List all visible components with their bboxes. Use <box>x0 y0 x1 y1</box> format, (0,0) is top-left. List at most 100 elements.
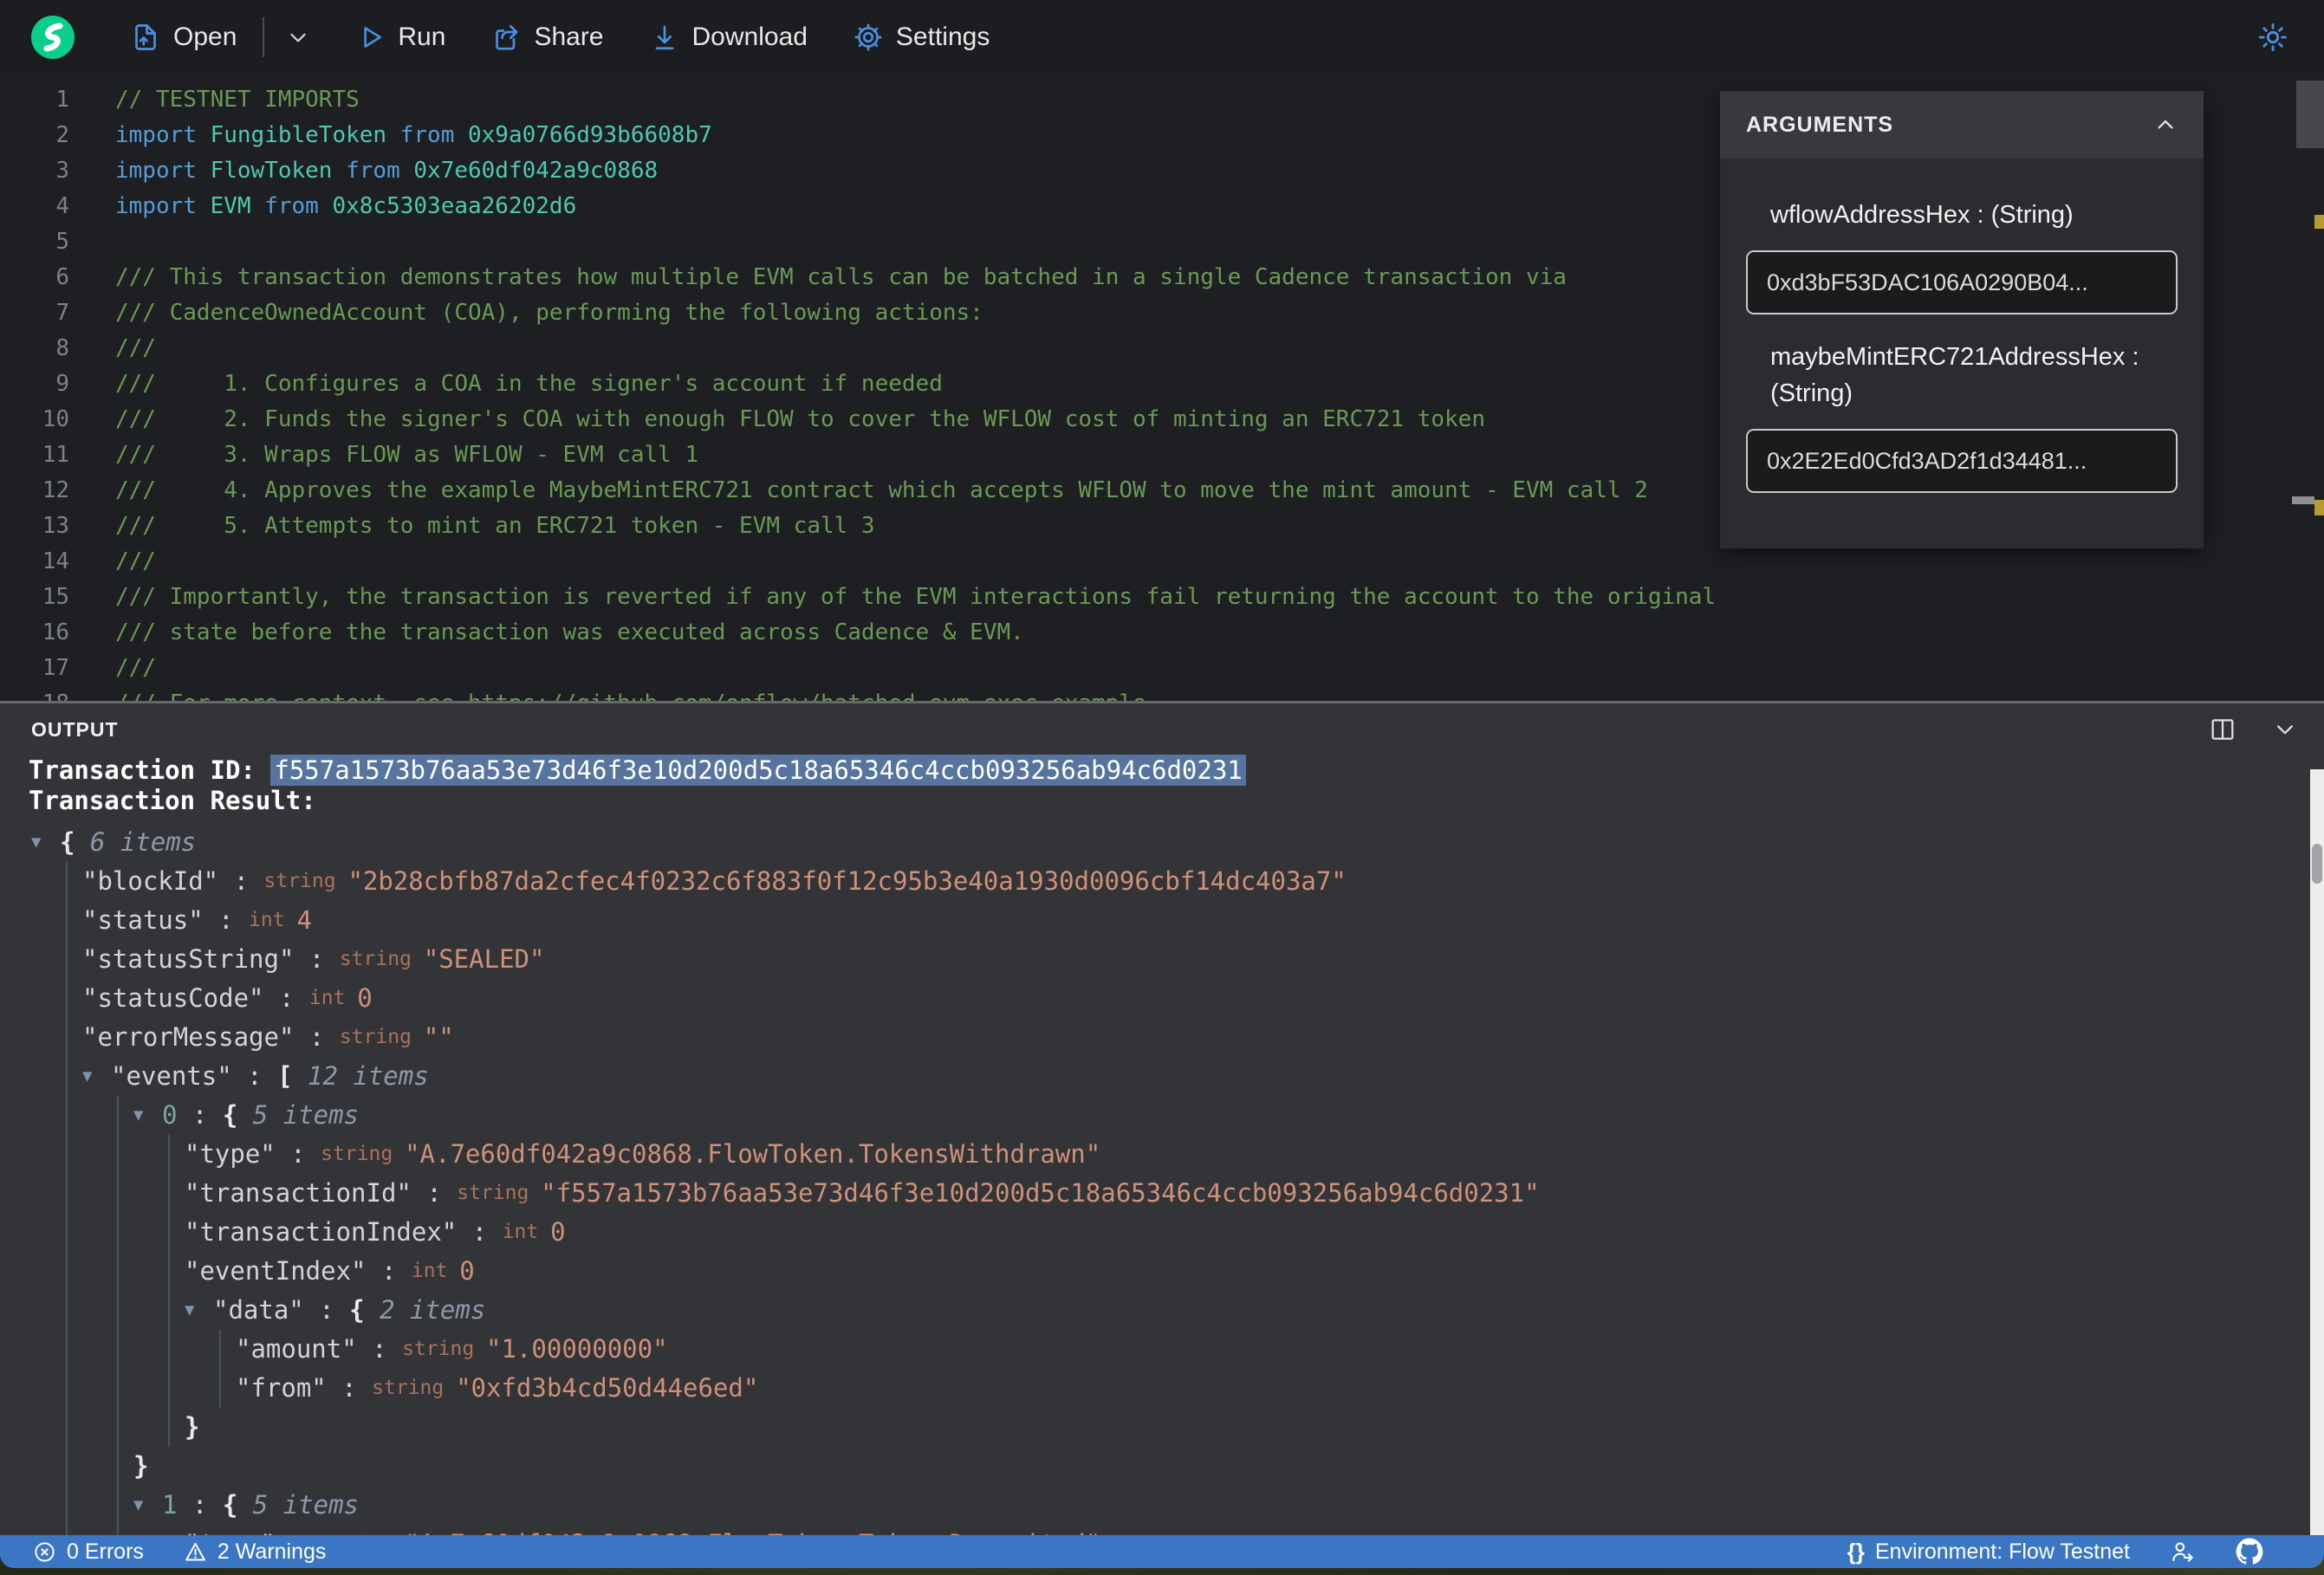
github-icon[interactable] <box>2236 1538 2263 1565</box>
line-content: /// state before the transaction was exe… <box>69 619 1024 645</box>
warnings-label: 2 Warnings <box>217 1539 327 1564</box>
code-segment-kw: import <box>115 122 211 148</box>
code-segment-pn: : <box>294 1022 340 1052</box>
json-tree-row: ▼ 0 : { 5 items <box>0 1096 2324 1135</box>
indent-guide <box>168 1135 170 1447</box>
toolbar: Open Run Share Download Settings <box>0 0 2324 74</box>
download-button[interactable]: Download <box>649 22 808 53</box>
settings-button[interactable]: Settings <box>853 22 990 53</box>
code-segment-str: "f557a1573b76aa53e73d46f3e10d200d5c18a65… <box>541 1178 1540 1208</box>
code-segment-tt: string <box>402 1338 487 1360</box>
output-scrollbar-thumb[interactable] <box>2312 844 2322 884</box>
expander-triangle-icon[interactable]: ▼ <box>185 1291 213 1330</box>
indent-guide <box>219 1330 221 1408</box>
code-segment-comment: /// 5. Attempts to mint an ERC721 token … <box>115 513 875 539</box>
line-number: 14 <box>42 548 69 574</box>
code-segment-str: "2b28cbfb87da2cfec4f0232c6f883f0f12c95b3… <box>347 866 1347 896</box>
argument-input-maybemint[interactable]: 0x2E2Ed0Cfd3AD2f1d34481... <box>1746 429 2178 493</box>
line-content: import EVM from 0x8c5303eaa26202d6 <box>69 193 576 219</box>
share-button[interactable]: Share <box>490 22 604 53</box>
code-segment-comment: /// <box>115 335 156 361</box>
code-segment-addr: 0x9a0766d93b6608b7 <box>468 122 712 148</box>
feedback-person-icon[interactable] <box>2170 1539 2196 1565</box>
transaction-id-label: Transaction ID: <box>29 755 271 785</box>
transaction-id-value[interactable]: f557a1573b76aa53e73d46f3e10d200d5c18a653… <box>270 755 1246 786</box>
code-segment-idx: 1 <box>162 1490 178 1520</box>
code-segment-tt: string <box>339 1026 424 1048</box>
code-segment-type: FlowToken <box>210 158 333 184</box>
gear-icon <box>853 22 884 53</box>
run-button[interactable]: Run <box>356 23 445 52</box>
code-line: 14 /// <box>0 544 2324 580</box>
code-segment-comment: /// <box>115 655 156 681</box>
errors-status[interactable]: 0 Errors <box>33 1539 144 1565</box>
line-content: /// This transaction demonstrates how mu… <box>69 264 1567 290</box>
split-view-icon[interactable] <box>2208 715 2237 744</box>
code-segment-key: "events" <box>111 1061 232 1091</box>
code-segment-meta: 5 items <box>237 1490 360 1520</box>
chevron-up-icon[interactable] <box>2152 111 2179 139</box>
run-label: Run <box>398 22 446 51</box>
json-tree-row: "type" : string "A.7e60df042a9c0868.Flow… <box>0 1525 2324 1535</box>
line-content: /// 4. Approves the example MaybeMintERC… <box>69 477 1648 503</box>
code-segment-meta: 5 items <box>237 1100 360 1130</box>
overview-ruler-marker <box>2292 496 2314 504</box>
desktop-wallpaper: Open Run Share Download Settings 1 // TE… <box>0 0 2324 1575</box>
editor-scrollbar-thumb[interactable] <box>2296 81 2324 148</box>
code-segment-comment: /// <box>115 548 156 574</box>
expander-triangle-icon[interactable]: ▼ <box>82 1057 111 1096</box>
code-segment-pn: : <box>177 1100 223 1130</box>
error-circle-icon <box>33 1540 56 1564</box>
code-segment-key: "transactionId" <box>185 1178 412 1208</box>
json-tree-row: "errorMessage" : string "" <box>0 1018 2324 1057</box>
code-line: 16 /// state before the transaction was e… <box>0 615 2324 651</box>
output-scrollbar-track[interactable] <box>2310 769 2324 1535</box>
code-segment-link[interactable]: https://github.com/onflow/batched-evm-ex… <box>468 690 1146 701</box>
line-content: /// CadenceOwnedAccount (COA), performin… <box>69 300 983 326</box>
code-segment-tt: string <box>263 870 348 892</box>
json-tree-row: "transactionId" : string "f557a1573b76aa… <box>0 1174 2324 1213</box>
code-segment-str: "0xfd3b4cd50d44e6ed" <box>456 1373 759 1403</box>
code-segment-type: FungibleToken <box>210 122 387 148</box>
line-number: 8 <box>55 335 69 361</box>
light-theme-toggle-sun-icon[interactable] <box>2256 21 2289 54</box>
json-tree-row: "statusCode" : int 0 <box>0 979 2324 1018</box>
code-segment-str: "A.7e60df042a9c0868.FlowToken.TokensDepo… <box>405 1525 1100 1535</box>
argument-input-wflow[interactable]: 0xd3bF53DAC106A0290B04... <box>1746 250 2178 314</box>
warnings-status[interactable]: 2 Warnings <box>184 1539 327 1565</box>
expander-triangle-icon[interactable]: ▼ <box>31 823 60 862</box>
json-tree-row: } <box>0 1408 2324 1447</box>
output-title: OUTPUT <box>31 717 119 741</box>
code-segment-comment: /// 3. Wraps FLOW as WFLOW - EVM call 1 <box>115 442 699 468</box>
flow-logo-glyph <box>43 23 63 51</box>
environment-status[interactable]: {} Environment: Flow Testnet <box>1847 1539 2130 1565</box>
code-segment-str: "A.7e60df042a9c0868.FlowToken.TokensWith… <box>405 1139 1101 1169</box>
json-tree-row: "type" : string "A.7e60df042a9c0868.Flow… <box>0 1135 2324 1174</box>
download-icon <box>649 22 680 53</box>
open-dropdown-chevron-icon[interactable] <box>285 24 311 50</box>
json-tree-row: "blockId" : string "2b28cbfb87da2cfec4f0… <box>0 862 2324 901</box>
settings-label: Settings <box>895 22 990 51</box>
json-tree-row: ▼ 1 : { 5 items <box>0 1486 2324 1525</box>
code-segment-idx: 0 <box>162 1100 178 1130</box>
code-segment-brace: { <box>222 1100 238 1130</box>
code-segment-comment: /// 2. Funds the signer's COA with enoug… <box>115 406 1485 432</box>
share-icon <box>490 22 522 53</box>
open-button[interactable]: Open <box>130 22 237 53</box>
code-segment-meta: 6 items <box>75 827 197 857</box>
code-segment-key: "type" <box>185 1525 276 1535</box>
json-tree-row: "statusString" : string "SEALED" <box>0 940 2324 979</box>
code-segment-pn: : <box>411 1178 458 1208</box>
code-editor[interactable]: 1// TESTNET IMPORTS 2 import FungibleToken… <box>0 74 2324 703</box>
arguments-panel-header[interactable]: ARGUMENTS <box>1720 91 2204 159</box>
code-segment-pn: : <box>457 1217 503 1247</box>
code-segment-pn: : <box>326 1373 373 1403</box>
collapse-output-chevron-down-icon[interactable] <box>2270 715 2300 744</box>
expander-triangle-icon[interactable]: ▼ <box>133 1486 162 1525</box>
expander-triangle-icon[interactable]: ▼ <box>133 1096 162 1135</box>
code-segment-tt: string <box>457 1182 542 1204</box>
code-line: 18/// For more context, see https://gith… <box>0 686 2324 701</box>
code-segment-comment: /// CadenceOwnedAccount (COA), performin… <box>115 300 983 326</box>
code-segment-meta: 12 items <box>292 1061 429 1091</box>
line-number: 10 <box>42 406 69 432</box>
